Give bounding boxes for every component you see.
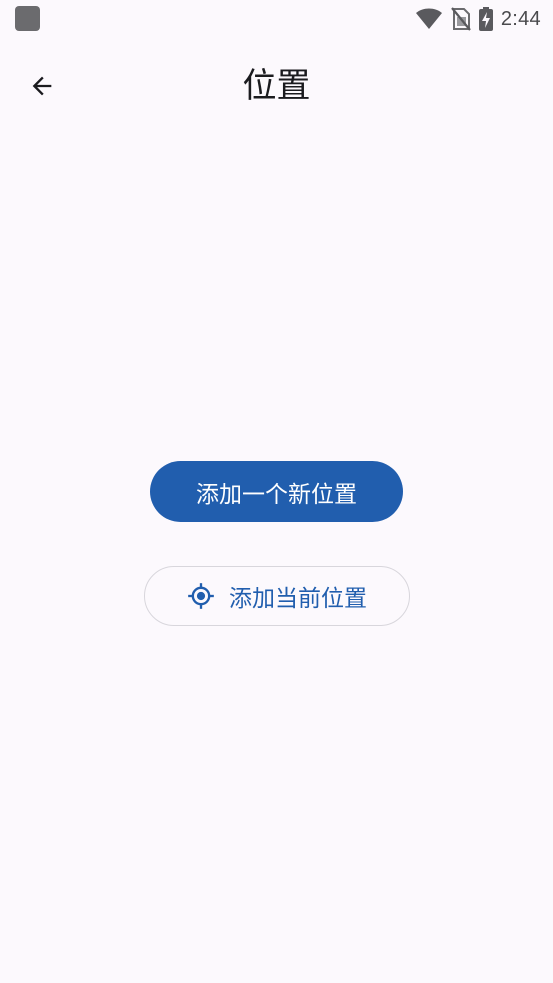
wifi-icon — [415, 8, 443, 30]
status-icons: 2:44 — [415, 6, 541, 32]
no-sim-icon — [451, 7, 471, 31]
top-app-bar: 位置 — [0, 50, 553, 122]
add-new-location-label: 添加一个新位置 — [196, 481, 357, 508]
add-current-location-label: 添加当前位置 — [229, 586, 367, 612]
app-notification-icon — [15, 6, 40, 31]
status-bar: 2:44 — [0, 0, 553, 38]
add-new-location-button[interactable]: 添加一个新位置 — [150, 461, 403, 522]
screen: 2:44 位置 添加一个新位置 添加当前位置 — [0, 0, 553, 983]
battery-charging-icon — [478, 7, 493, 31]
page-title: 位置 — [242, 66, 311, 106]
status-time: 2:44 — [500, 7, 541, 30]
add-current-location-button[interactable]: 添加当前位置 — [144, 566, 410, 626]
my-location-icon — [187, 582, 215, 610]
